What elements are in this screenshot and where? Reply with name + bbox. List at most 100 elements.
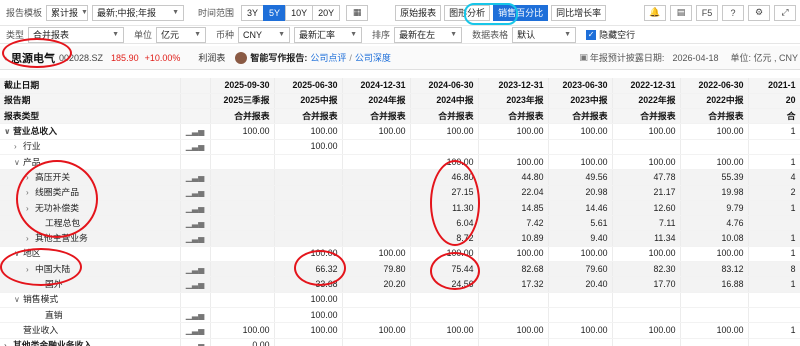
link-separator: /	[349, 52, 352, 63]
chevron-down-icon: ▼	[112, 31, 120, 38]
expand-icon[interactable]: ⤢	[774, 4, 796, 21]
value-cell: 100.00	[548, 154, 613, 171]
bar-chart-icon[interactable]: ▁▃▅	[180, 322, 211, 339]
table-row[interactable]: › 中国大陆 ▁▃▅ 66.32 79.80 75.44 82.68 79.60 82.30 83…	[0, 261, 800, 278]
range-20y[interactable]: 20Y	[312, 4, 341, 21]
chevron-down-icon[interactable]: ∨	[14, 293, 23, 306]
period-select[interactable]: 最新;中报;年报 ▼	[92, 4, 185, 21]
row-label-text: 其他主营业务	[35, 233, 88, 244]
chevron-down-icon: ▼	[450, 31, 458, 38]
range-10y[interactable]: 10Y	[285, 4, 314, 21]
value-cell	[210, 139, 275, 155]
back-icon[interactable]: ‹	[4, 53, 7, 63]
table-row[interactable]: › 线圈类产品 ▁▃▅ 27.15 22.04 20.98 21.17 19.98 2	[0, 185, 800, 201]
value-cell: 14.85	[478, 200, 549, 217]
chevron-down-icon[interactable]: ∨	[4, 125, 13, 138]
range-3y[interactable]: 3Y	[241, 4, 265, 21]
table-row[interactable]: › 高压开关 ▁▃▅ 46.80 44.80 49.56 47.78 55.39 4	[0, 169, 800, 186]
calendar-icon[interactable]: ▦	[346, 4, 369, 21]
value-cell	[210, 246, 275, 263]
chart-analysis-button[interactable]: 图形分析	[444, 4, 491, 21]
value-cell	[210, 185, 275, 201]
table-icon[interactable]: ▤	[670, 4, 692, 21]
chevron-down-icon[interactable]: ∨	[14, 156, 23, 169]
range-5y[interactable]: 5Y	[263, 4, 287, 21]
income-table: 截止日期 2025-09-30 2025-06-30 2024-12-31 2024-0…	[0, 78, 800, 346]
chevron-right-icon[interactable]: ›	[26, 232, 35, 245]
value-cell	[342, 292, 411, 308]
value-cell	[210, 261, 275, 278]
table-row[interactable]: 直销 ▁▃▅ 100.00	[0, 307, 800, 324]
chevron-right-icon[interactable]: ›	[26, 171, 35, 184]
bar-chart-icon[interactable]: ▁▃▅	[180, 200, 211, 217]
value-cell: 9.79	[680, 200, 749, 217]
bar-chart-icon[interactable]: ▁▃▅	[180, 123, 211, 140]
header-cell: 2025中报	[274, 93, 343, 110]
help-icon[interactable]: ?	[722, 4, 744, 21]
sales-percent-button[interactable]: 销售百分比	[493, 4, 549, 21]
value-cell: 21.17	[612, 185, 681, 201]
value-cell	[680, 338, 749, 346]
bar-chart-icon[interactable]: ▁▃▅	[180, 230, 211, 247]
chevron-right-icon[interactable]: ›	[14, 140, 23, 153]
chevron-right-icon[interactable]: ›	[26, 186, 35, 199]
table-row[interactable]: ∨ 营业总收入 ▁▃▅ 100.00 100.00 100.00 100.00 100.00 1…	[0, 123, 800, 140]
chevron-down-icon: ▼	[194, 31, 202, 38]
table-row[interactable]: › 无功补偿类 ▁▃▅ 11.30 14.85 14.46 12.60 9.79 1	[0, 200, 800, 217]
bar-chart-icon[interactable]: ▁▃▅	[180, 215, 211, 232]
table-row[interactable]: › 行业 ▁▃▅ 100.00	[0, 139, 800, 155]
table-row[interactable]: ∨ 产品 100.00 100.00 100.00 100.00 100.00 1	[0, 154, 800, 171]
bar-chart-icon[interactable]: ▁▃▅	[180, 338, 211, 346]
value-cell: 10.89	[478, 230, 549, 247]
report-template-select[interactable]: 累计报 ▼	[46, 4, 89, 21]
value-cell: 17.32	[478, 276, 549, 293]
value-cell	[342, 169, 411, 186]
chevron-down-icon[interactable]: ∨	[14, 247, 23, 260]
chevron-right-icon[interactable]: ›	[26, 263, 35, 276]
bar-chart-icon[interactable]: ▁▃▅	[180, 139, 211, 155]
value-cell: 100.00	[410, 123, 479, 140]
yoy-growth-button[interactable]: 同比增长率	[551, 4, 607, 21]
row-label: › 高压开关	[0, 169, 181, 186]
value-cell: 100.00	[274, 292, 343, 308]
table-row[interactable]: ∨ 销售模式 100.00	[0, 292, 800, 308]
company-depth-link[interactable]: 公司深度	[355, 51, 391, 64]
value-cell: 6.04	[410, 215, 479, 232]
currency-select[interactable]: CNY ▼	[238, 26, 291, 43]
format-select[interactable]: 默认 ▼	[512, 26, 577, 43]
bar-chart-icon[interactable]: ▁▃▅	[180, 276, 211, 293]
ai-report-label: 智能写作报告:	[250, 53, 308, 63]
table-row[interactable]: ∨ 地区 100.00 100.00 100.00 100.00 100.00 100.00 1…	[0, 246, 800, 263]
bell-icon[interactable]: 🔔	[644, 4, 666, 21]
bar-chart-icon[interactable]: ▁▃▅	[180, 307, 211, 324]
table-row[interactable]: › 其他主营业务 ▁▃▅ 8.72 10.89 9.40 11.34 10.08 1	[0, 230, 800, 247]
hide-empty-checkbox[interactable]: ✓ 隐藏空行	[586, 28, 635, 41]
unit-select[interactable]: 亿元 ▼	[156, 26, 207, 43]
tab-income-statement[interactable]: 利润表	[198, 51, 225, 64]
rate-select[interactable]: 最新汇率 ▼	[294, 26, 363, 43]
bar-chart-icon[interactable]: ▁▃▅	[180, 169, 211, 186]
table-row[interactable]: 营业收入 ▁▃▅ 100.00 100.00 100.00 100.00 100.00 100…	[0, 322, 800, 339]
f5-refresh-button[interactable]: F5	[696, 4, 718, 21]
chevron-right-icon[interactable]: ›	[26, 202, 35, 215]
settings-icon[interactable]: ⚙	[748, 4, 770, 21]
raw-report-button[interactable]: 原始报表	[395, 4, 442, 21]
bar-chart-icon[interactable]: ▁▃▅	[180, 185, 211, 201]
value-cell	[210, 276, 275, 293]
company-review-link[interactable]: 公司点评	[310, 51, 346, 64]
toolbar: 报告模板 累计报 ▼ 最新;中报;年报 ▼ 时间范围 3Y 5Y 10Y 20Y ▦…	[0, 0, 800, 26]
value-cell: 9.40	[548, 230, 613, 247]
sort-select[interactable]: 最新在左 ▼	[394, 26, 463, 43]
table-row[interactable]: 国外 ▁▃▅ 33.68 20.20 24.56 17.32 20.40 17.70 16.88…	[0, 276, 800, 293]
type-select[interactable]: 合并报表 ▼	[28, 26, 125, 43]
table-row[interactable]: 工程总包 ▁▃▅ 6.04 7.42 5.61 7.11 4.76	[0, 215, 800, 232]
chevron-down-icon: ▼	[172, 9, 180, 16]
value-cell: 82.30	[612, 261, 681, 278]
table-row[interactable]: › 其他类金融业务收入 ▁▃▅ 0.00	[0, 338, 800, 346]
value-cell: 100.00	[342, 123, 411, 140]
stock-name[interactable]: 思源电气	[11, 50, 55, 66]
header-cell: 合并报表	[210, 108, 275, 125]
bar-chart-icon[interactable]: ▁▃▅	[180, 261, 211, 278]
header-cell: 2021-1	[748, 78, 800, 94]
chevron-right-icon[interactable]: ›	[4, 339, 13, 346]
